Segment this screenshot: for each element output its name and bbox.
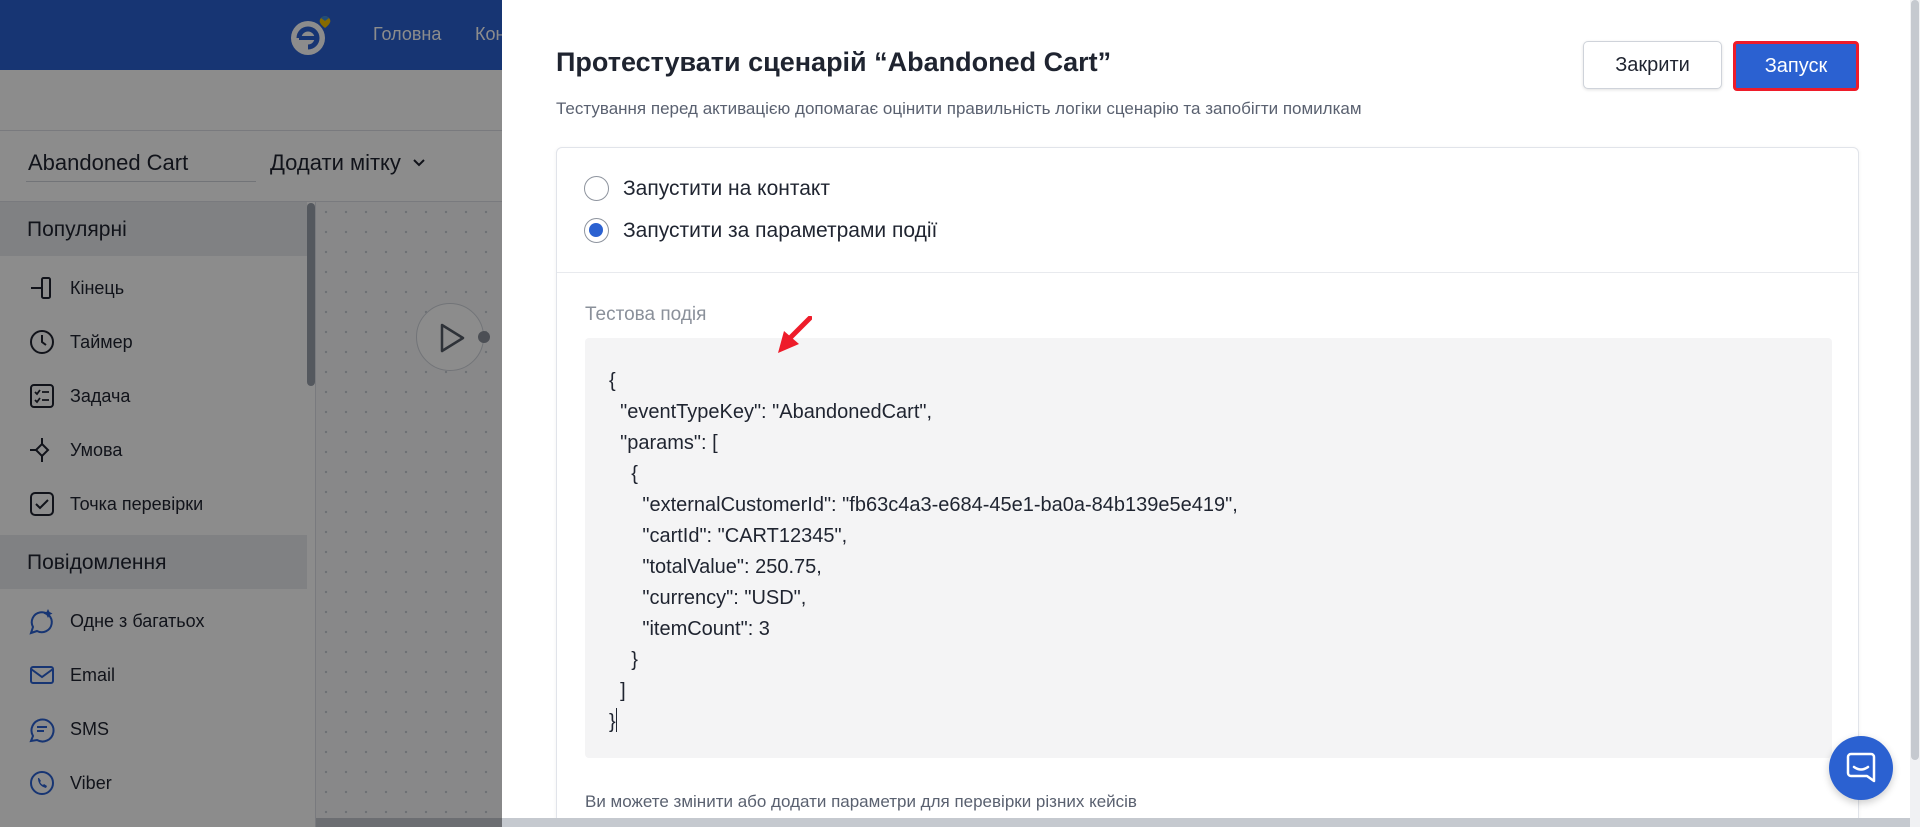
drawer-vertical-scrollbar-track[interactable] (1910, 0, 1920, 827)
option-label: Запустити за параметрами події (623, 218, 938, 242)
drawer-vertical-scrollbar-thumb[interactable] (1911, 0, 1919, 760)
run-button[interactable]: Запуск (1733, 41, 1859, 91)
test-options-card: Запустити на контакт Запустити за параме… (556, 147, 1859, 827)
modal-title: Протестувати сценарій “Abandoned Cart” (556, 47, 1112, 77)
radio-run-by-event[interactable] (584, 218, 609, 243)
radio-run-on-contact[interactable] (584, 176, 609, 201)
chat-icon (1846, 752, 1876, 783)
test-event-json[interactable]: { "eventTypeKey": "AbandonedCart", "para… (609, 370, 1238, 733)
support-chat-button[interactable] (1829, 736, 1893, 800)
test-scenario-drawer: Протестувати сценарій “Abandoned Cart” Т… (502, 0, 1920, 827)
test-event-editor[interactable]: { "eventTypeKey": "AbandonedCart", "para… (585, 338, 1832, 758)
option-label: Запустити на контакт (623, 176, 830, 200)
drawer-horizontal-scrollbar[interactable] (502, 818, 1920, 827)
option-run-by-event[interactable]: Запустити за параметрами події (584, 218, 937, 243)
test-event-label: Тестова подія (585, 304, 707, 325)
text-caret (615, 708, 618, 732)
option-run-on-contact[interactable]: Запустити на контакт (584, 176, 830, 201)
card-divider (557, 272, 1858, 273)
close-button[interactable]: Закрити (1583, 41, 1722, 89)
modal-subtitle: Тестування перед активацією допомагає оц… (556, 99, 1362, 118)
event-hint: Ви можете змінити або додати параметри д… (585, 792, 1137, 811)
annotation-arrow-icon (778, 316, 812, 353)
